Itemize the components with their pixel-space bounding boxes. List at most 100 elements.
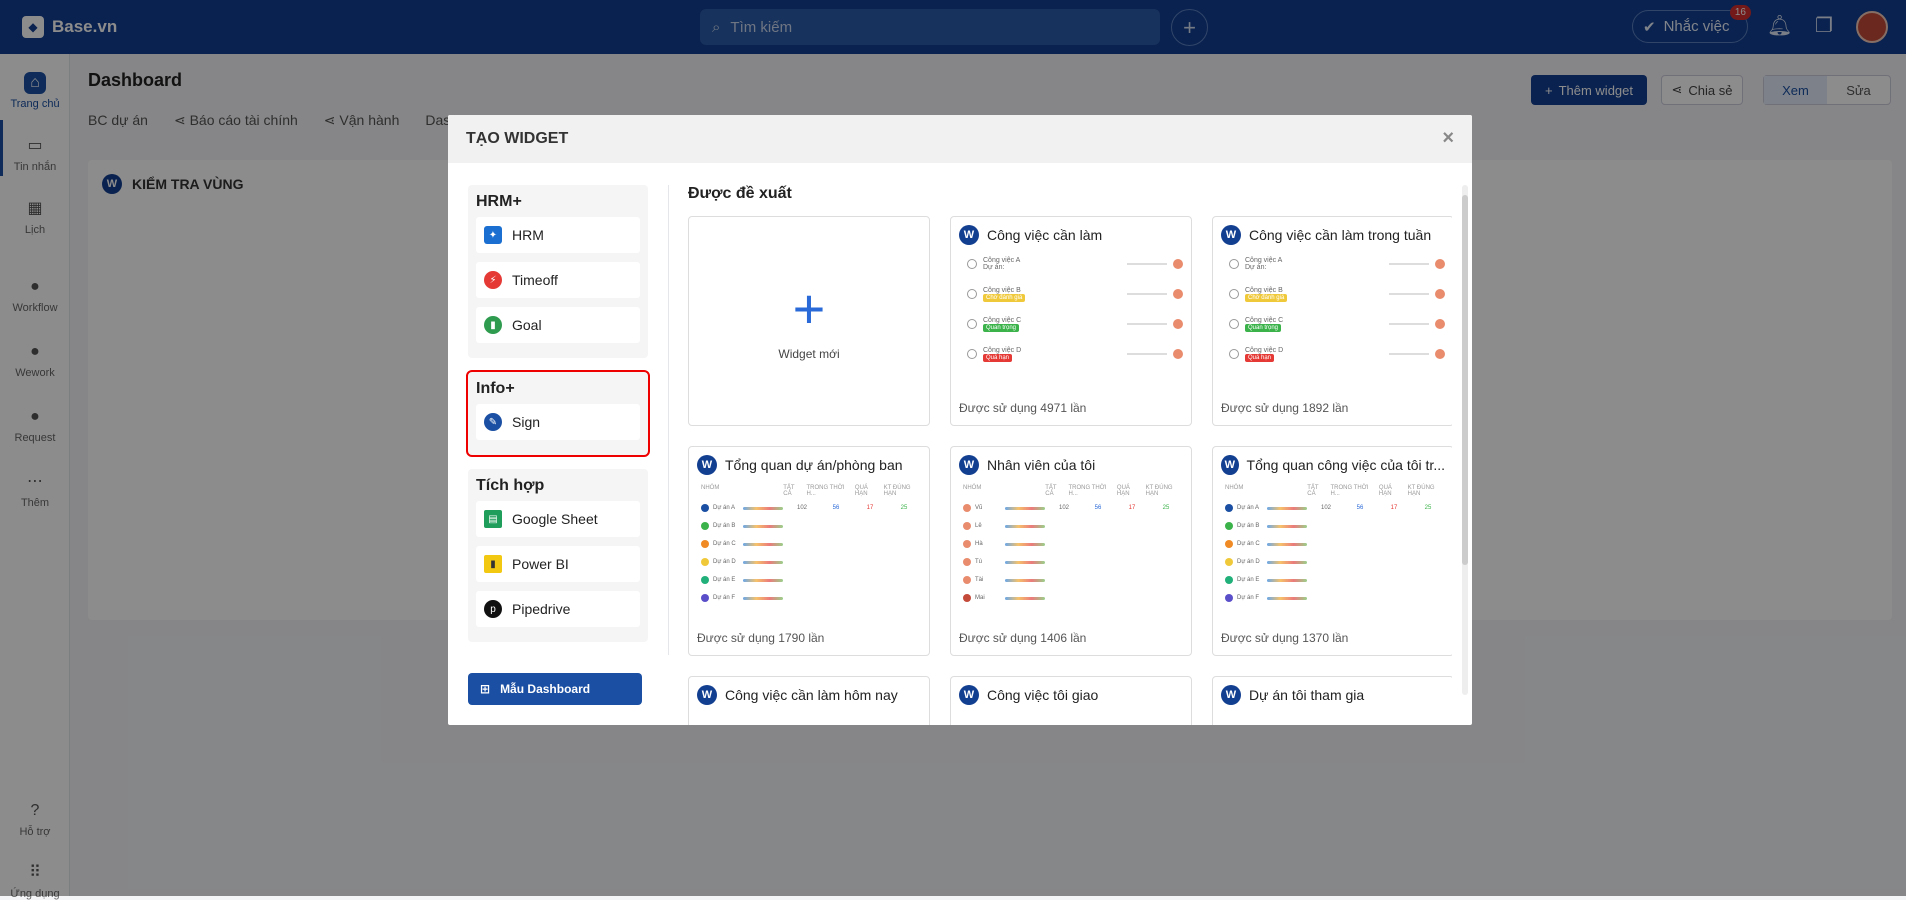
preview-project: Dự án D — [1237, 559, 1260, 565]
widget-card[interactable]: W Công việc cần làm hôm nay — [688, 676, 930, 725]
preview-num: 25 — [1424, 505, 1432, 511]
preview-row: Công việc D Quá hạn — [967, 343, 1183, 365]
preview-project: Dự án F — [1237, 595, 1260, 601]
group-title: Tích hợp — [476, 477, 545, 494]
modal-header: TẠO WIDGET × — [448, 115, 1472, 163]
new-widget-card[interactable]: + Widget mới — [688, 216, 930, 426]
wework-logo-icon: W — [1221, 225, 1241, 245]
widget-card[interactable]: W Tổng quan dự án/phòng ban NHÓM TẤT CẢ TRO… — [688, 446, 930, 656]
preview-head: NHÓM — [701, 485, 720, 491]
preview-project: Dự án E — [1237, 577, 1260, 583]
preview-table: NHÓM TẤT CẢ TRONG THỜI H... QUÁ HẠN KT ĐÚNG … — [1221, 485, 1445, 607]
preview-person: Hà — [975, 541, 983, 547]
group-info: Info+ ✎ Sign — [466, 370, 650, 457]
usage-count: Được sử dụng 1370 lần — [1221, 631, 1349, 645]
item-hrm[interactable]: ✦ HRM — [476, 217, 640, 253]
widget-title: Công việc cần làm hôm nay — [725, 687, 898, 703]
close-icon[interactable]: × — [1442, 127, 1454, 150]
preview-project: Dự án F — [713, 595, 736, 601]
preview-row: Công việc C Quan trọng — [1229, 313, 1445, 335]
item-label: Power BI — [512, 556, 569, 572]
widget-card[interactable]: W Dự án tôi tham gia — [1212, 676, 1452, 725]
template-label: Mẫu Dashboard — [500, 682, 591, 696]
widget-card[interactable]: W Công việc cần làm Công việc A Dự án: Côn… — [950, 216, 1192, 426]
modal-title: TẠO WIDGET — [466, 130, 569, 147]
preview-project: Dự án C — [713, 541, 736, 547]
wework-logo-icon: W — [1221, 455, 1239, 475]
preview-num: 56 — [1356, 505, 1364, 511]
item-label: HRM — [512, 227, 544, 243]
item-label: Google Sheet — [512, 511, 598, 527]
section-title: Được đề xuất — [688, 185, 792, 202]
usage-count: Được sử dụng 1892 lần — [1221, 401, 1349, 415]
item-label: Pipedrive — [512, 601, 571, 617]
widget-title: Nhân viên của tôi — [987, 457, 1096, 473]
preview-task: Công việc A — [1245, 257, 1283, 264]
usage-count: Được sử dụng 4971 lần — [959, 401, 1087, 415]
preview-project: Dự án D — [713, 559, 736, 565]
scroll-thumb[interactable] — [1462, 195, 1468, 565]
preview-tag: Quan trọng — [1245, 323, 1282, 332]
dashboard-template-button[interactable]: ⊞ Mẫu Dashboard — [468, 673, 642, 705]
item-sign[interactable]: ✎ Sign — [476, 404, 640, 440]
preview-head: QUÁ HẠN — [854, 485, 868, 497]
preview-head: NHÓM — [1225, 485, 1244, 491]
preview-task: Công việc D — [1245, 346, 1284, 354]
preview-table: NHÓM TẤT CẢ TRONG THỜI H... QUÁ HẠN KT ĐÚNG … — [959, 485, 1183, 607]
preview-num: 102 — [796, 505, 807, 511]
preview-head: TRONG THỜI H... — [806, 485, 845, 497]
widget-title: Dự án tôi tham gia — [1249, 687, 1365, 703]
timeoff-icon: ⚡ — [484, 271, 502, 289]
preview-row: Công việc B Chờ đánh giá — [967, 283, 1183, 305]
preview-num: 17 — [1128, 505, 1136, 511]
preview-person: Vũ — [975, 505, 983, 511]
item-power-bi[interactable]: ▮ Power BI — [476, 546, 640, 582]
preview-head: KT ĐÚNG HẠN — [1407, 485, 1435, 497]
preview-num: 56 — [1094, 505, 1102, 511]
widget-card[interactable]: W Công việc cần làm trong tuần Công việc … — [1212, 216, 1452, 426]
preview-head: TẤT CẢ — [1307, 485, 1319, 497]
preview-person: Mai — [975, 595, 985, 601]
preview-head: QUÁ HẠN — [1116, 485, 1130, 497]
google-sheet-icon: ▤ — [484, 510, 502, 528]
item-goal[interactable]: ▮ Goal — [476, 307, 640, 343]
preview-head: KT ĐÚNG HẠN — [883, 485, 911, 497]
item-google-sheet[interactable]: ▤ Google Sheet — [476, 501, 640, 537]
preview-head: TẤT CẢ — [783, 485, 795, 497]
preview-num: 56 — [832, 505, 840, 511]
item-label: Goal — [512, 317, 542, 333]
preview-task: Công việc C — [983, 316, 1022, 324]
group-title: HRM+ — [476, 193, 522, 210]
widget-card[interactable]: W Tổng quan công việc của tôi tr... NHÓM T… — [1212, 446, 1452, 656]
preview-row: Công việc B Chờ đánh giá — [1229, 283, 1445, 305]
preview-project: Dự án A — [1237, 505, 1260, 511]
pen-icon: ✎ — [484, 413, 502, 431]
preview-project: Dự án E — [713, 577, 736, 583]
item-pipedrive[interactable]: p Pipedrive — [476, 591, 640, 627]
preview-tag: Quan trọng — [983, 323, 1020, 332]
widget-card[interactable]: W Nhân viên của tôi NHÓM TẤT CẢ TRONG THỜI … — [950, 446, 1192, 656]
preview-task: Công việc B — [983, 286, 1021, 294]
preview-sub: Dự án: — [983, 264, 1005, 271]
preview-person: Tài — [975, 577, 984, 583]
widget-title: Công việc tôi giao — [987, 687, 1099, 703]
preview-task: Công việc D — [983, 346, 1022, 354]
preview-row: Công việc C Quan trọng — [967, 313, 1183, 335]
gallery-scrollbar[interactable] — [1462, 185, 1468, 695]
preview-num: 25 — [900, 505, 908, 511]
widget-card[interactable]: W Công việc tôi giao — [950, 676, 1192, 725]
preview-tag: Chờ đánh giá — [983, 293, 1026, 302]
plus-icon: + — [792, 277, 826, 340]
preview-task: Công việc C — [1245, 316, 1284, 324]
preview-tag: Chờ đánh giá — [1245, 293, 1288, 302]
wework-logo-icon: W — [959, 225, 979, 245]
preview-person: Lê — [975, 523, 982, 529]
item-timeoff[interactable]: ⚡ Timeoff — [476, 262, 640, 298]
preview-tag: Quá hạn — [1245, 353, 1275, 362]
group-hrm: HRM+ ✦ HRM ⚡ Timeoff ▮ Goal — [468, 185, 648, 358]
widget-gallery: Được đề xuất + Widget mới W Công việc cần… — [688, 185, 1452, 725]
preview-num: 17 — [866, 505, 874, 511]
preview-head: TRONG THỜI H... — [1330, 485, 1369, 497]
wework-logo-icon: W — [959, 685, 979, 705]
preview-head: QUÁ HẠN — [1378, 485, 1392, 497]
